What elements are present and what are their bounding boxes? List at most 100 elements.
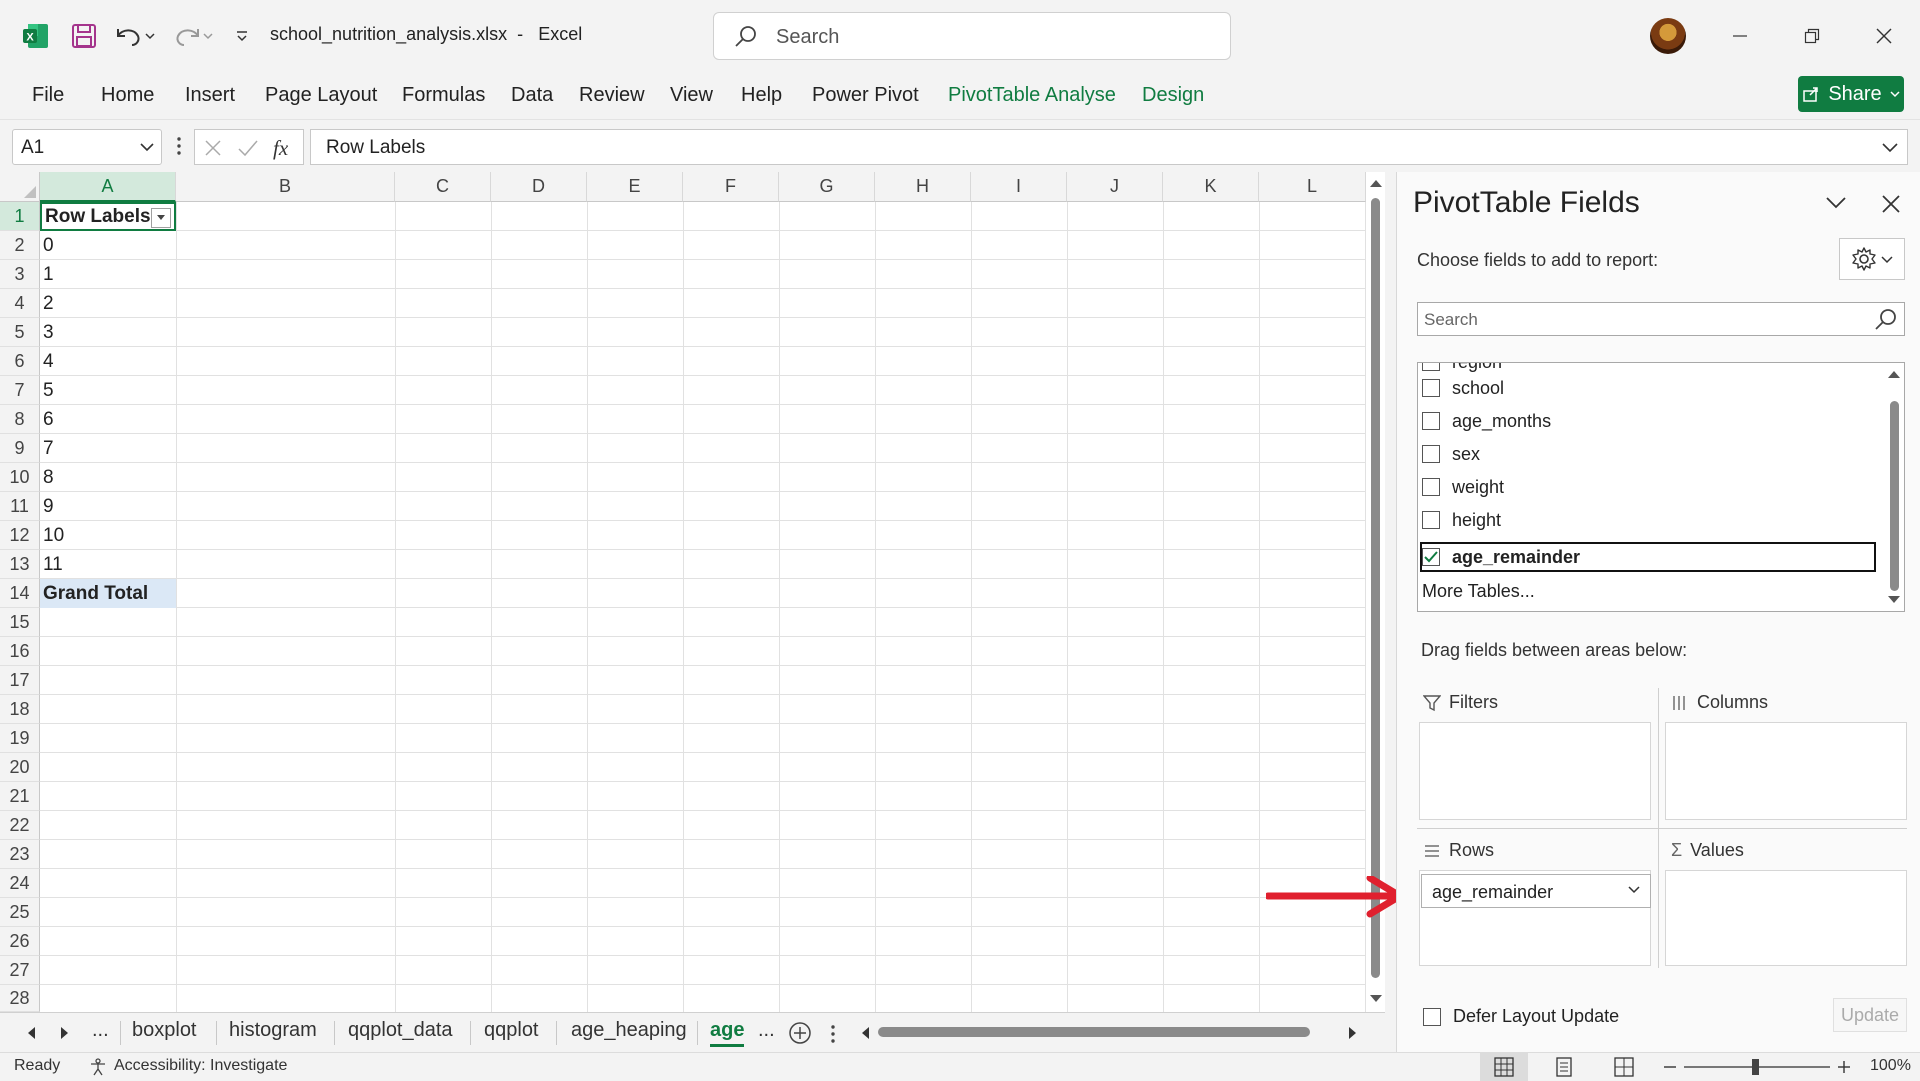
pivot-row-labels-header[interactable]: Row Labels — [40, 202, 176, 231]
filter-dropdown-button[interactable] — [151, 208, 171, 228]
pivot-row-label[interactable]: 9 — [40, 492, 176, 521]
sheet-tab-boxplot[interactable]: boxplot — [132, 1019, 197, 1042]
pivot-row-label[interactable]: 4 — [40, 347, 176, 376]
normal-view-button[interactable] — [1480, 1053, 1528, 1081]
tab-pivottable-analyse[interactable]: PivotTable Analyse — [948, 84, 1116, 107]
search-box[interactable]: Search — [713, 12, 1231, 60]
update-button[interactable]: Update — [1833, 998, 1907, 1032]
tab-formulas[interactable]: Formulas — [402, 84, 485, 107]
column-header-h[interactable]: H — [875, 172, 971, 202]
field-item-weight[interactable]: weight — [1418, 472, 1504, 502]
pivot-row-label[interactable]: 3 — [40, 318, 176, 347]
row-header[interactable]: 12 — [0, 521, 40, 550]
horizontal-scroll-thumb[interactable] — [878, 1027, 1310, 1037]
column-header-c[interactable]: C — [395, 172, 491, 202]
defer-checkbox[interactable] — [1423, 1007, 1441, 1026]
column-header-d[interactable]: D — [491, 172, 587, 202]
row-header[interactable]: 25 — [0, 898, 40, 927]
tab-file[interactable]: File — [32, 84, 64, 107]
hscroll-right-icon[interactable] — [1348, 1026, 1358, 1040]
field-list-scrollbar[interactable] — [1884, 363, 1904, 611]
insert-function-icon[interactable]: fx — [271, 134, 297, 162]
field-list-settings-button[interactable] — [1839, 238, 1905, 280]
more-tables-link[interactable]: More Tables... — [1422, 581, 1535, 602]
scroll-up-icon[interactable] — [1369, 178, 1383, 188]
zoom-out-icon[interactable] — [1662, 1057, 1678, 1077]
field-checkbox[interactable] — [1422, 478, 1440, 496]
pivot-row-label[interactable]: 10 — [40, 521, 176, 550]
row-header[interactable]: 4 — [0, 289, 40, 318]
row-header[interactable]: 15 — [0, 608, 40, 637]
expand-formula-bar-icon[interactable] — [1881, 140, 1899, 154]
field-list[interactable]: region school age_months sex weight heig… — [1417, 362, 1905, 612]
column-header-g[interactable]: G — [779, 172, 875, 202]
redo-icon[interactable] — [170, 20, 216, 52]
accessibility-status[interactable]: Accessibility: Investigate — [114, 1057, 287, 1075]
column-header-a[interactable]: A — [40, 172, 176, 202]
columns-drop-zone[interactable] — [1665, 722, 1907, 820]
defer-layout-update[interactable]: Defer Layout Update — [1423, 1006, 1619, 1027]
row-header[interactable]: 28 — [0, 985, 40, 1012]
row-header[interactable]: 23 — [0, 840, 40, 869]
customize-qat-icon[interactable] — [230, 20, 254, 52]
share-button[interactable]: Share — [1798, 76, 1904, 112]
row-header[interactable]: 21 — [0, 782, 40, 811]
row-header[interactable]: 14 — [0, 579, 40, 608]
pane-options-chevron-icon[interactable] — [1825, 196, 1847, 210]
page-layout-view-icon[interactable] — [1554, 1057, 1574, 1077]
row-header[interactable]: 22 — [0, 811, 40, 840]
grand-total-cell[interactable]: Grand Total — [40, 579, 176, 608]
field-checkbox[interactable] — [1422, 412, 1440, 430]
row-header[interactable]: 13 — [0, 550, 40, 579]
more-vertical-icon[interactable] — [176, 135, 182, 157]
pivot-row-label[interactable]: 7 — [40, 434, 176, 463]
more-vertical-icon[interactable] — [830, 1023, 836, 1045]
worksheet-grid[interactable] — [0, 172, 1385, 1012]
scroll-up-icon[interactable] — [1887, 369, 1901, 379]
restore-button[interactable] — [1792, 18, 1832, 54]
sheet-tab-histogram[interactable]: histogram — [229, 1019, 317, 1042]
pivot-row-label[interactable]: 5 — [40, 376, 176, 405]
tab-data[interactable]: Data — [511, 84, 553, 107]
more-sheets-left[interactable]: ... — [92, 1019, 109, 1042]
field-checkbox[interactable] — [1422, 363, 1440, 371]
accessibility-icon[interactable] — [88, 1057, 108, 1077]
column-header-k[interactable]: K — [1163, 172, 1259, 202]
row-header[interactable]: 8 — [0, 405, 40, 434]
row-header[interactable]: 18 — [0, 695, 40, 724]
row-header[interactable]: 10 — [0, 463, 40, 492]
column-header-l[interactable]: L — [1259, 172, 1366, 202]
chevron-down-icon[interactable] — [1628, 885, 1640, 895]
row-header[interactable]: 20 — [0, 753, 40, 782]
column-header-b[interactable]: B — [176, 172, 395, 202]
zoom-slider-thumb[interactable] — [1752, 1059, 1759, 1075]
field-item-age-remainder[interactable]: age_remainder — [1418, 542, 1580, 572]
row-header[interactable]: 26 — [0, 927, 40, 956]
field-checkbox-checked[interactable] — [1422, 548, 1440, 566]
pivot-row-label[interactable]: 0 — [40, 231, 176, 260]
formula-input[interactable]: Row Labels — [310, 129, 1908, 165]
row-header[interactable]: 5 — [0, 318, 40, 347]
scroll-thumb[interactable] — [1371, 198, 1380, 978]
cancel-entry-icon[interactable] — [203, 138, 223, 158]
pivot-row-label[interactable]: 2 — [40, 289, 176, 318]
row-header[interactable]: 11 — [0, 492, 40, 521]
sheet-tab-qqplot-data[interactable]: qqplot_data — [348, 1019, 453, 1042]
tab-help[interactable]: Help — [741, 84, 782, 107]
field-item-age-months[interactable]: age_months — [1418, 406, 1551, 436]
tab-review[interactable]: Review — [579, 84, 645, 107]
page-break-view-icon[interactable] — [1614, 1057, 1634, 1077]
minimize-button[interactable] — [1720, 18, 1760, 54]
field-item-school[interactable]: school — [1418, 373, 1504, 403]
user-avatar[interactable] — [1650, 18, 1686, 54]
field-search-input[interactable]: Search — [1417, 302, 1905, 336]
zoom-level[interactable]: 100% — [1870, 1057, 1911, 1075]
row-header[interactable]: 16 — [0, 637, 40, 666]
row-header[interactable]: 3 — [0, 260, 40, 289]
select-all-corner[interactable] — [0, 172, 40, 202]
close-window-button[interactable] — [1864, 18, 1904, 54]
column-header-i[interactable]: I — [971, 172, 1067, 202]
tab-home[interactable]: Home — [101, 84, 154, 107]
row-header[interactable]: 7 — [0, 376, 40, 405]
row-header[interactable]: 2 — [0, 231, 40, 260]
